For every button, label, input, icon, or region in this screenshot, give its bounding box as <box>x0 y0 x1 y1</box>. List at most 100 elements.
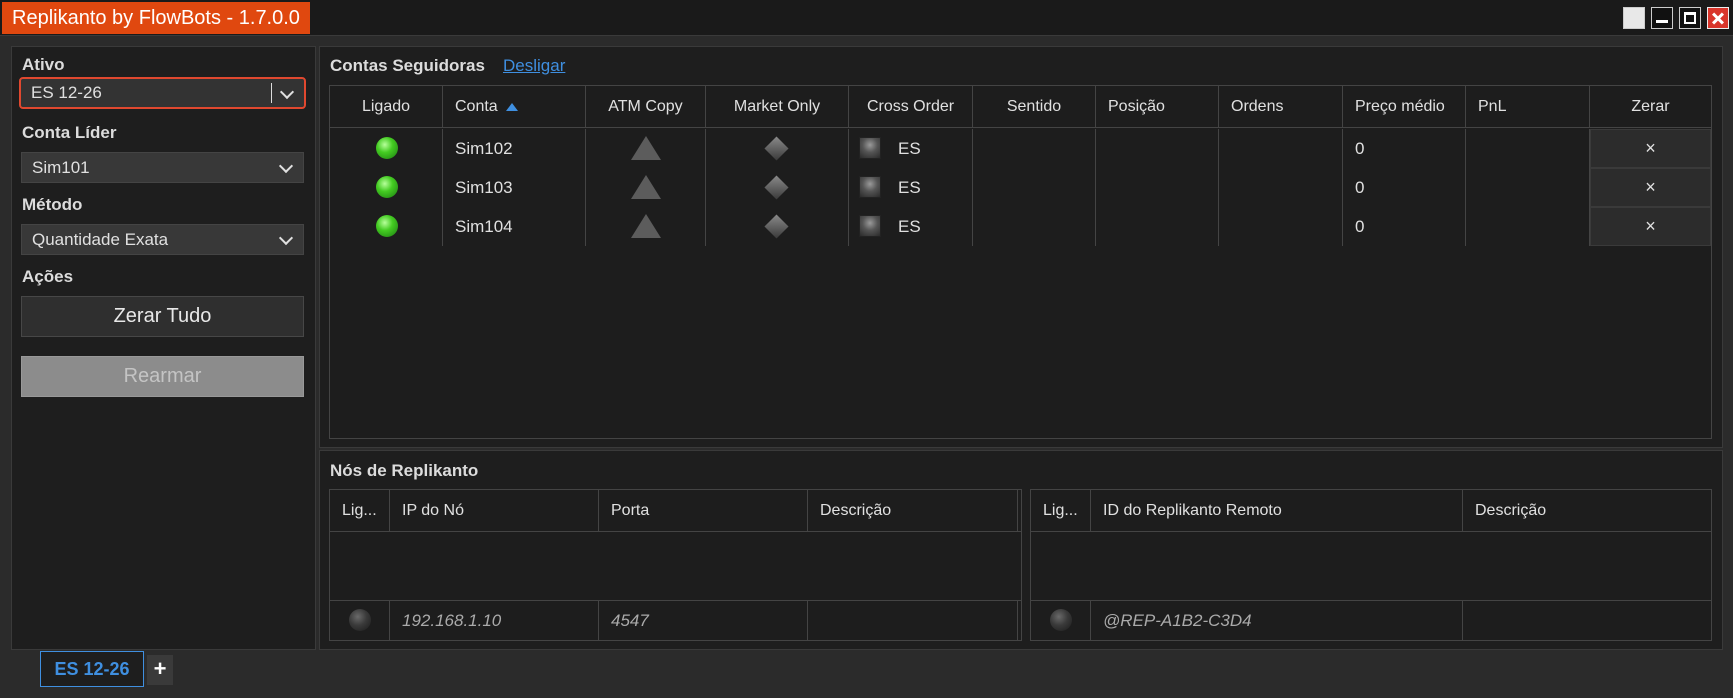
ip-input[interactable]: 192.168.1.10 <box>390 601 599 640</box>
descricao-input[interactable] <box>808 601 1018 640</box>
col-preco-medio[interactable]: Preço médio <box>1343 86 1466 128</box>
market-only-cell[interactable] <box>706 168 849 207</box>
window-controls <box>1623 7 1729 29</box>
metodo-select[interactable]: Quantidade Exata <box>21 224 304 255</box>
node-ip-grid: Lig... IP do Nó Porta Descrição 192.168.… <box>329 489 1022 641</box>
col-lig[interactable]: Lig... <box>330 490 390 532</box>
atm-copy-cell[interactable] <box>586 129 706 168</box>
ligado-cell[interactable] <box>330 129 443 168</box>
descricao-input[interactable] <box>1463 601 1711 640</box>
market-only-cell[interactable] <box>706 207 849 246</box>
col-descricao[interactable]: Descrição <box>1463 490 1711 532</box>
zerar-tudo-button[interactable]: Zerar Tudo <box>21 296 304 337</box>
col-ordens[interactable]: Ordens <box>1219 86 1343 128</box>
col-ligado[interactable]: Ligado <box>330 86 443 128</box>
conta-cell: Sim104 <box>443 207 586 246</box>
new-node-row[interactable]: 192.168.1.10 4547 <box>330 600 1021 640</box>
col-descricao[interactable]: Descrição <box>808 490 1018 532</box>
square-toggle-icon[interactable] <box>859 137 881 159</box>
rearmar-button[interactable]: Rearmar <box>21 356 304 397</box>
title-bar: Replikanto by FlowBots - 1.7.0.0 <box>0 0 1733 36</box>
followers-grid: Ligado Conta ATM Copy Market Only Cross … <box>329 85 1712 439</box>
pnl-cell <box>1466 129 1590 168</box>
sentido-cell <box>973 129 1096 168</box>
col-sentido[interactable]: Sentido <box>973 86 1096 128</box>
chevron-down-icon[interactable] <box>279 153 295 182</box>
triangle-up-icon[interactable] <box>631 136 661 160</box>
led-off-icon[interactable] <box>349 609 371 631</box>
diamond-icon[interactable] <box>764 136 789 161</box>
market-only-cell[interactable] <box>706 129 849 168</box>
zerar-row-button[interactable]: × <box>1590 129 1711 168</box>
col-atm-copy[interactable]: ATM Copy <box>586 86 706 128</box>
col-porta[interactable]: Porta <box>599 490 808 532</box>
table-row[interactable]: Sim104 ES 0 × <box>330 207 1711 246</box>
col-conta-label: Conta <box>455 98 498 115</box>
zerar-row-button[interactable]: × <box>1590 207 1711 246</box>
preco-medio-cell: 0 <box>1343 168 1466 207</box>
lig-cell[interactable] <box>330 601 390 640</box>
close-icon[interactable] <box>1707 7 1729 29</box>
new-remote-row[interactable]: @REP-A1B2-C3D4 <box>1031 600 1711 640</box>
col-conta[interactable]: Conta <box>443 86 586 128</box>
add-tab-button[interactable]: + <box>147 655 173 685</box>
acoes-label: Ações <box>22 267 74 286</box>
col-ip-do-no[interactable]: IP do Nó <box>390 490 599 532</box>
cross-order-cell[interactable]: ES <box>849 129 973 168</box>
minimize-icon[interactable] <box>1651 7 1673 29</box>
col-cross-order[interactable]: Cross Order <box>849 86 973 128</box>
diamond-icon[interactable] <box>764 214 789 239</box>
cross-order-cell[interactable]: ES <box>849 207 973 246</box>
led-on-icon[interactable] <box>376 176 398 198</box>
ligado-cell[interactable] <box>330 207 443 246</box>
col-id-remoto[interactable]: ID do Replikanto Remoto <box>1091 490 1463 532</box>
zerar-row-button[interactable]: × <box>1590 168 1711 207</box>
blank-window-button[interactable] <box>1623 7 1645 29</box>
ligado-cell[interactable] <box>330 168 443 207</box>
conta-lider-label: Conta Líder <box>22 123 117 142</box>
metodo-value: Quantidade Exata <box>32 230 169 249</box>
col-pnl[interactable]: PnL <box>1466 86 1590 128</box>
porta-input[interactable]: 4547 <box>599 601 808 640</box>
table-row[interactable]: Sim102 ES 0 × <box>330 129 1711 168</box>
triangle-up-icon[interactable] <box>631 175 661 199</box>
sort-ascending-icon <box>505 102 518 111</box>
posicao-cell <box>1096 207 1219 246</box>
triangle-up-icon[interactable] <box>631 214 661 238</box>
conta-lider-select[interactable]: Sim101 <box>21 152 304 183</box>
led-on-icon[interactable] <box>376 137 398 159</box>
desligar-link[interactable]: Desligar <box>503 56 565 76</box>
ativo-label: Ativo <box>22 55 65 74</box>
remote-id-input[interactable]: @REP-A1B2-C3D4 <box>1091 601 1463 640</box>
led-on-icon[interactable] <box>376 215 398 237</box>
tab-es-12-26[interactable]: ES 12-26 <box>40 651 144 687</box>
led-off-icon[interactable] <box>1050 609 1072 631</box>
lig-cell[interactable] <box>1031 601 1091 640</box>
nodes-panel: Nós de Replikanto Lig... IP do Nó Porta … <box>319 450 1723 650</box>
table-row[interactable]: Sim103 ES 0 × <box>330 168 1711 207</box>
left-panel: Ativo ES 12-26 Conta Líder Sim101 Método… <box>11 46 316 650</box>
posicao-cell <box>1096 168 1219 207</box>
atm-copy-cell[interactable] <box>586 207 706 246</box>
square-toggle-icon[interactable] <box>859 215 881 237</box>
col-posicao[interactable]: Posição <box>1096 86 1219 128</box>
chevron-down-icon[interactable] <box>280 79 296 107</box>
col-zerar[interactable]: Zerar <box>1590 86 1711 128</box>
col-lig[interactable]: Lig... <box>1031 490 1091 532</box>
col-market-only[interactable]: Market Only <box>706 86 849 128</box>
combo-separator <box>271 83 272 103</box>
chevron-down-icon[interactable] <box>279 225 295 254</box>
sentido-cell <box>973 207 1096 246</box>
metodo-label: Método <box>22 195 83 214</box>
followers-panel: Contas Seguidoras Desligar Ligado Conta … <box>319 46 1723 448</box>
followers-grid-header: Ligado Conta ATM Copy Market Only Cross … <box>330 86 1711 128</box>
ativo-select[interactable]: ES 12-26 <box>19 77 306 109</box>
sentido-cell <box>973 168 1096 207</box>
diamond-icon[interactable] <box>764 175 789 200</box>
square-toggle-icon[interactable] <box>859 176 881 198</box>
conta-cell: Sim103 <box>443 168 586 207</box>
cross-order-value: ES <box>898 178 921 197</box>
maximize-icon[interactable] <box>1679 7 1701 29</box>
cross-order-cell[interactable]: ES <box>849 168 973 207</box>
atm-copy-cell[interactable] <box>586 168 706 207</box>
